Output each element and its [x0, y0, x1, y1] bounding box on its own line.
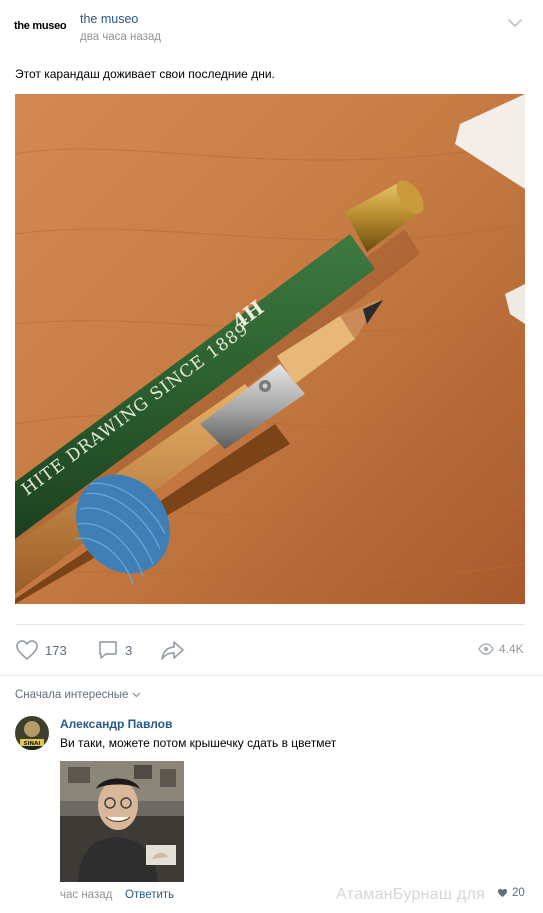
comment-count: 3: [125, 642, 133, 658]
eye-icon: [478, 643, 494, 655]
like-button[interactable]: 173: [15, 639, 67, 661]
comment-like-button[interactable]: 20: [497, 887, 525, 899]
comment-time[interactable]: час назад: [60, 889, 112, 901]
community-avatar[interactable]: the museo: [14, 20, 67, 32]
reply-button[interactable]: Ответить: [125, 889, 174, 901]
share-button[interactable]: [160, 639, 186, 661]
like-count: 173: [45, 642, 67, 658]
comments-sort-dropdown[interactable]: Сначала интересные: [15, 689, 141, 701]
chevron-down-icon[interactable]: [507, 14, 523, 27]
views-count: 4.4K: [499, 642, 524, 656]
comment-avatar[interactable]: SINAI: [15, 716, 49, 750]
post-text: Этот карандаш доживает свои последние дн…: [15, 67, 275, 81]
comment-like-count: 20: [512, 887, 525, 899]
chevron-down-icon: [132, 692, 141, 698]
post-author[interactable]: the museo: [80, 12, 138, 26]
comment-button[interactable]: 3: [97, 639, 132, 661]
avatar-badge: SINAI: [24, 741, 41, 747]
comment-icon: [99, 641, 117, 659]
divider: [0, 675, 543, 676]
comment-photo[interactable]: [60, 761, 184, 882]
heart-icon: [16, 640, 38, 660]
sort-label: Сначала интересные: [15, 689, 129, 701]
post-time[interactable]: два часа назад: [80, 31, 161, 43]
watermark: АтаманБурнаш для: [336, 886, 486, 903]
views-counter: 4.4K: [478, 642, 524, 656]
comment-author[interactable]: Александр Павлов: [60, 717, 172, 731]
share-icon: [161, 641, 184, 660]
post-photo[interactable]: HITE DRAWING SINCE 1889 4H: [15, 94, 525, 604]
comment-text: Ви таки, можете потом крышечку сдать в ц…: [60, 736, 337, 750]
heart-icon: [497, 888, 508, 898]
divider: [15, 624, 525, 625]
